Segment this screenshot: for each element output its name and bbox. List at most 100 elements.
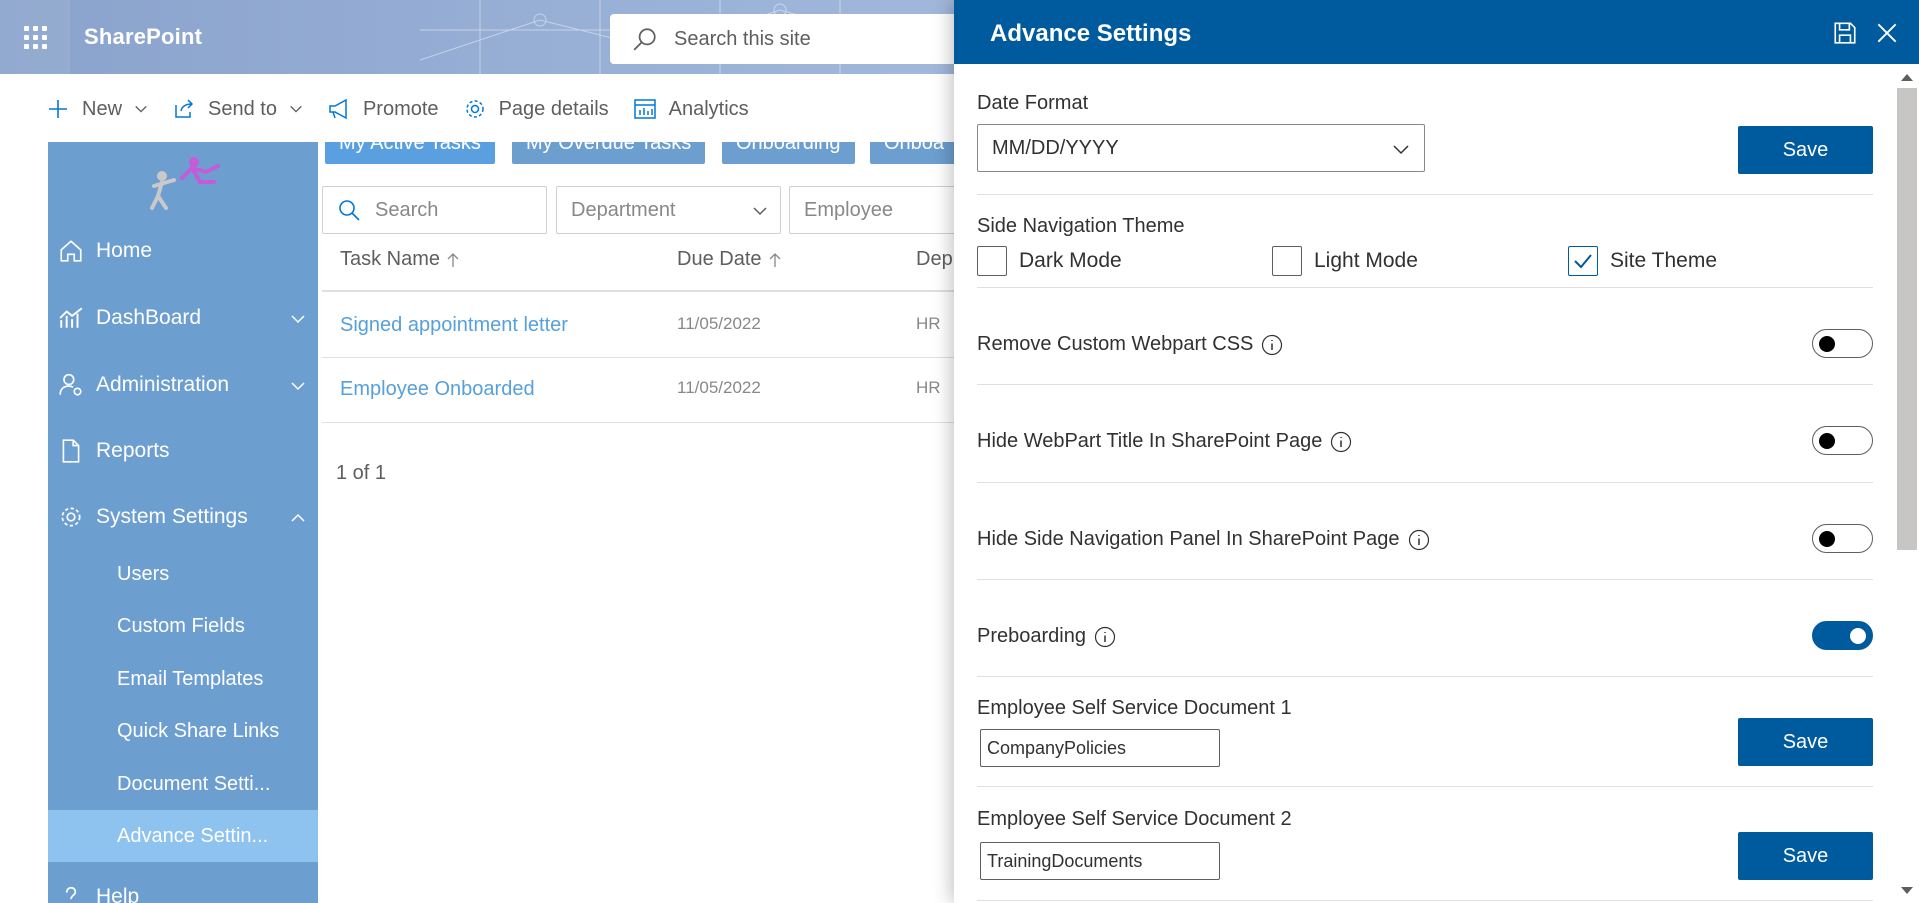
chevron-down-icon: [135, 105, 147, 113]
task-link[interactable]: Signed appointment letter: [340, 314, 568, 337]
ess-document-2-input[interactable]: TrainingDocuments: [980, 842, 1220, 880]
remove-custom-css-label: Remove Custom Webpart CSS: [977, 333, 1283, 356]
close-icon[interactable]: [1874, 20, 1900, 46]
light-mode-checkbox[interactable]: Light Mode: [1272, 246, 1418, 276]
new-button[interactable]: New: [46, 97, 148, 121]
column-header-task-name[interactable]: Task Name: [340, 248, 460, 271]
sort-arrow-up-icon: [447, 252, 459, 267]
section-divider: [977, 287, 1873, 288]
checkbox-label: Site Theme: [1610, 249, 1717, 272]
row-divider: [322, 422, 962, 423]
due-date-cell: 11/05/2022: [677, 378, 761, 397]
command-bar: New Send to Promote Page details Analyti…: [0, 74, 960, 144]
side-navigation: Home DashBoard Administration Reports Sy…: [48, 142, 318, 903]
sidebar-item-label: Home: [96, 239, 153, 262]
panel-title: Advance Settings: [990, 20, 1192, 47]
sidebar-item-administration[interactable]: Administration: [48, 360, 318, 410]
side-nav-theme-label: Side Navigation Theme: [977, 215, 1185, 237]
info-icon[interactable]: [1094, 626, 1116, 648]
new-label: New: [82, 97, 123, 120]
sidebar-item-label: Reports: [96, 439, 170, 462]
ess-document-2-save-button[interactable]: Save: [1738, 832, 1873, 880]
company-logo: [150, 157, 220, 210]
sidebar-item-label: Administration: [96, 373, 230, 396]
column-header-label: Due Date: [677, 248, 762, 270]
sidebar-item-reports[interactable]: Reports: [48, 426, 318, 476]
checkbox-box: [1568, 246, 1598, 276]
setting-label: Hide WebPart Title In SharePoint Page: [977, 430, 1323, 452]
sidebar-item-system-settings[interactable]: System Settings: [48, 492, 318, 542]
checkbox-label: Dark Mode: [1019, 249, 1122, 272]
site-search-box[interactable]: Search this site: [610, 14, 1010, 64]
promote-button[interactable]: Promote: [327, 97, 439, 121]
sidebar-subitem-custom-fields[interactable]: Custom Fields: [48, 600, 318, 652]
column-header-due-date[interactable]: Due Date: [677, 248, 782, 271]
chevron-down-icon: [291, 382, 305, 391]
scroll-down-arrow-icon[interactable]: [1900, 886, 1914, 896]
section-divider: [977, 482, 1873, 483]
site-theme-checkbox[interactable]: Site Theme: [1568, 246, 1717, 276]
toggle-knob: [1819, 336, 1835, 352]
tab-onboarding-2[interactable]: Onboa: [870, 142, 959, 164]
app-name[interactable]: SharePoint: [84, 24, 202, 50]
row-divider: [322, 357, 962, 358]
chevron-down-icon: [291, 315, 305, 324]
section-divider: [977, 786, 1873, 787]
save-icon[interactable]: [1832, 20, 1858, 46]
sidebar-subitem-advance-settings[interactable]: Advance Settin...: [48, 810, 318, 862]
sidebar-item-home[interactable]: Home: [48, 226, 318, 276]
hide-side-nav-toggle[interactable]: [1812, 524, 1873, 553]
ess-document-1-input[interactable]: CompanyPolicies: [980, 729, 1220, 767]
section-divider: [977, 194, 1873, 195]
due-date-cell: 11/05/2022: [677, 314, 761, 333]
hide-side-nav-label: Hide Side Navigation Panel In SharePoint…: [977, 528, 1430, 551]
section-divider: [977, 676, 1873, 677]
megaphone-icon: [329, 98, 347, 120]
app-launcher-button[interactable]: [0, 0, 70, 74]
preboarding-label: Preboarding: [977, 625, 1116, 648]
date-format-value: MM/DD/YYYY: [992, 136, 1119, 159]
sidebar-subitem-quick-share-links[interactable]: Quick Share Links: [48, 705, 318, 757]
info-icon[interactable]: [1261, 334, 1283, 356]
employee-dropdown[interactable]: Employee: [789, 186, 969, 234]
search-input[interactable]: Search: [322, 186, 547, 234]
user-settings-icon: [59, 373, 82, 396]
sidebar-item-label: DashBoard: [96, 306, 202, 329]
column-header-department[interactable]: Dep: [916, 248, 953, 271]
sidebar-item-label: Help: [96, 885, 140, 903]
scroll-up-arrow-icon[interactable]: [1900, 72, 1914, 82]
ess-document-1-save-button[interactable]: Save: [1738, 718, 1873, 766]
gear-icon: [465, 100, 484, 118]
page-details-button[interactable]: Page details: [463, 97, 609, 121]
preboarding-toggle[interactable]: [1812, 621, 1873, 650]
table-header-divider: [322, 290, 962, 292]
date-format-dropdown[interactable]: MM/DD/YYYY: [977, 124, 1425, 172]
sidebar-item-help[interactable]: Help: [48, 872, 318, 903]
setting-label: Hide Side Navigation Panel In SharePoint…: [977, 528, 1400, 550]
sidebar-subitem-email-templates[interactable]: Email Templates: [48, 653, 318, 705]
sidebar-subitem-users[interactable]: Users: [48, 548, 318, 600]
hide-webpart-title-toggle[interactable]: [1812, 426, 1873, 455]
sidebar-item-dashboard[interactable]: DashBoard: [48, 293, 318, 343]
date-format-save-button[interactable]: Save: [1738, 126, 1873, 174]
home-icon: [60, 240, 82, 262]
chevron-up-icon: [291, 513, 305, 522]
department-dropdown[interactable]: Department: [556, 186, 781, 234]
send-to-button[interactable]: Send to: [172, 97, 303, 121]
remove-custom-css-toggle[interactable]: [1812, 329, 1873, 358]
info-icon[interactable]: [1330, 431, 1352, 453]
task-link[interactable]: Employee Onboarded: [340, 378, 535, 401]
section-divider: [977, 900, 1873, 901]
tab-my-active-tasks[interactable]: My Active Tasks: [325, 142, 495, 164]
tab-onboarding[interactable]: Onboarding: [722, 142, 855, 164]
share-icon: [175, 99, 194, 118]
chevron-down-icon: [753, 207, 767, 216]
sidebar-subitem-document-settings[interactable]: Document Setti...: [48, 758, 318, 810]
tab-my-overdue-tasks[interactable]: My Overdue Tasks: [512, 142, 706, 164]
scroll-thumb[interactable]: [1897, 88, 1917, 550]
site-search-placeholder: Search this site: [674, 27, 811, 50]
analytics-button[interactable]: Analytics: [633, 97, 749, 121]
info-icon[interactable]: [1408, 529, 1430, 551]
advance-settings-panel: Advance Settings Date Format MM/DD/YYYY …: [954, 0, 1919, 903]
dark-mode-checkbox[interactable]: Dark Mode: [977, 246, 1122, 276]
